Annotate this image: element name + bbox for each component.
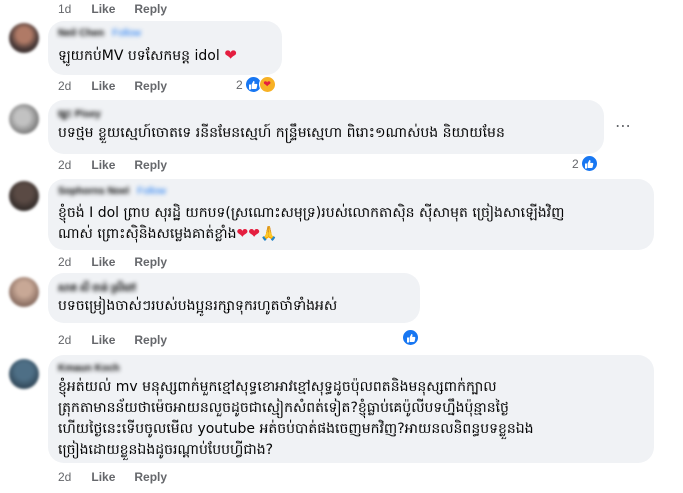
comment-actions: 2d Like Reply xyxy=(58,79,186,93)
comment-time[interactable]: 2d xyxy=(58,158,71,172)
comment-actions: 2d Like Reply xyxy=(58,333,186,347)
like-button[interactable]: Like xyxy=(91,158,115,172)
reaction-count: 2 xyxy=(572,156,579,171)
commenter-name[interactable]: Sophorns Noel Follow xyxy=(58,186,166,197)
comment-time[interactable]: 2d xyxy=(58,79,71,93)
follow-link: Follow xyxy=(112,28,142,39)
care-icon: ❤ xyxy=(258,76,276,93)
comment-time[interactable]: 2d xyxy=(58,470,71,484)
comment-actions: 2d Like Reply xyxy=(58,255,186,269)
comment-time[interactable]: 2d xyxy=(58,333,71,347)
comment-actions: 2d Like Reply xyxy=(58,470,186,484)
commenter-name[interactable]: ម្លេះ Pisey xyxy=(58,107,101,122)
like-button[interactable]: Like xyxy=(91,79,115,93)
avatar[interactable] xyxy=(9,181,39,211)
comment-actions: 2d Like Reply xyxy=(58,158,186,172)
commenter-name[interactable]: សាត សី ចាន់ ស្រីពៅ xyxy=(58,281,136,296)
comment-actions: 1d Like Reply xyxy=(58,2,186,16)
comment-text: បទថ្មម ខ្លួយស្មេហ៍ចោតទេ រនីនមែនស្មេហ៍ កន… xyxy=(58,125,505,141)
avatar[interactable] xyxy=(9,104,39,134)
commenter-name[interactable]: Neil Chen Follow xyxy=(58,28,141,39)
avatar[interactable] xyxy=(9,359,39,389)
like-icon xyxy=(402,329,419,346)
like-button[interactable]: Like xyxy=(91,255,115,269)
reply-button[interactable]: Reply xyxy=(134,255,167,269)
comment-text: ឡូយកប់MV បទសែកមន្ត idol ❤ xyxy=(58,46,237,64)
comment-text: ខ្ញុំអត់យល់ mv មនុស្សពាក់មួកខ្មៅសុទ្ធខោអ… xyxy=(58,379,534,458)
heart-emoji-icon: ❤❤🙏 xyxy=(236,226,278,242)
reaction-count: 2 xyxy=(236,77,243,92)
like-icon xyxy=(580,155,598,172)
reply-button[interactable]: Reply xyxy=(134,470,167,484)
comment-time[interactable]: 2d xyxy=(58,255,71,269)
reaction-summary[interactable]: 2 xyxy=(572,155,598,172)
avatar[interactable] xyxy=(9,277,39,307)
reaction-summary[interactable] xyxy=(402,329,419,346)
like-button[interactable]: Like xyxy=(91,333,115,347)
comment-time[interactable]: 1d xyxy=(58,2,71,16)
reply-button[interactable]: Reply xyxy=(134,158,167,172)
follow-link: Follow xyxy=(137,186,167,197)
comment-text: បទចម្រៀងចាស់ៗរបស់បងប្អូនរក្សាទុករហូតចាំទ… xyxy=(58,298,338,314)
like-button[interactable]: Like xyxy=(91,2,115,16)
reply-button[interactable]: Reply xyxy=(134,333,167,347)
comment-text: ខ្ញុំចង់ I dol ព្រាប សុរដ្ឋិ យកបទ(ស្រណោះ… xyxy=(58,205,565,242)
avatar[interactable] xyxy=(9,23,39,53)
commenter-name[interactable]: Kmaun Koch xyxy=(58,363,120,374)
reply-button[interactable]: Reply xyxy=(134,2,167,16)
more-options-icon[interactable]: ⋯ xyxy=(615,116,631,135)
reply-button[interactable]: Reply xyxy=(134,79,167,93)
like-button[interactable]: Like xyxy=(91,470,115,484)
reaction-summary[interactable]: 2 ❤ xyxy=(236,76,276,93)
heart-emoji-icon: ❤ xyxy=(224,46,237,64)
